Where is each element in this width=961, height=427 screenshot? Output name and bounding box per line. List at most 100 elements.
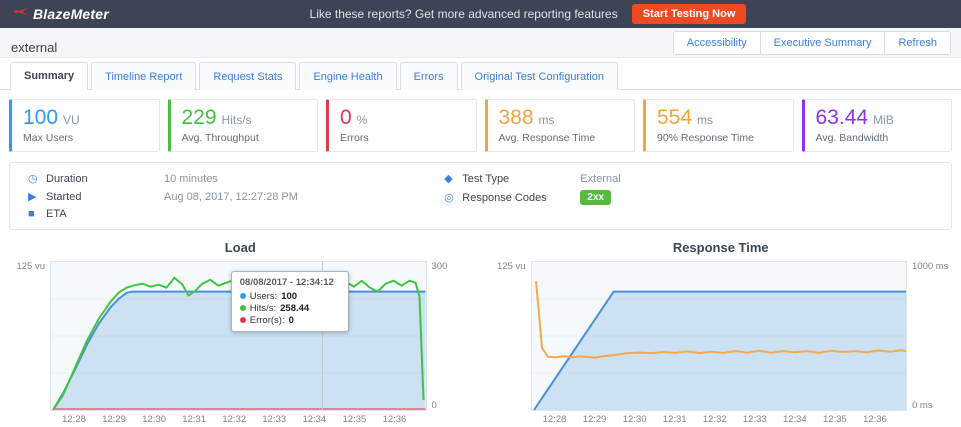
kpi-label: Errors xyxy=(340,132,465,144)
start-testing-button[interactable]: Start Testing Now xyxy=(632,4,747,24)
tooltip-row-users: Users:100 xyxy=(240,291,340,302)
kpi-label: Avg. Response Time xyxy=(499,132,624,144)
kpi-card-max-users: 100 VU Max Users xyxy=(9,99,160,152)
x-tick-label: 12:32 xyxy=(222,414,246,425)
y-axis-label-left: 125 vu xyxy=(491,261,531,411)
x-tick-label: 12:36 xyxy=(383,414,407,425)
chart-title: Response Time xyxy=(491,240,952,255)
blazemeter-brand[interactable]: BlazeMeter xyxy=(14,5,109,23)
x-tick-label: 12:28 xyxy=(62,414,86,425)
kpi-value: 388 xyxy=(499,106,534,130)
x-tick-label: 12:33 xyxy=(262,414,286,425)
x-tick-label: 12:32 xyxy=(703,414,727,425)
kpi-unit: % xyxy=(357,113,368,127)
x-tick-label: 12:35 xyxy=(823,414,847,425)
kpi-unit: ms xyxy=(697,113,713,127)
y-axis-label-right-top: 1000 ms xyxy=(912,261,951,272)
tag-icon: ◆ xyxy=(444,172,462,185)
promo-banner-text: Like these reports? Get more advanced re… xyxy=(310,7,618,21)
kpi-unit: ms xyxy=(539,113,555,127)
x-tick-label: 12:29 xyxy=(583,414,607,425)
tooltip-row-errors: Error(s):0 xyxy=(240,315,340,326)
chart-response-time: Response Time 125 vu 1000 ms 0 ms 12:28 1… xyxy=(481,240,961,427)
charts-row: Load 125 vu 08/08/2017 - 12:34:12 Users:… xyxy=(0,240,961,427)
kpi-card-avg-bandwidth: 63.44 MiB Avg. Bandwidth xyxy=(802,99,953,152)
info-value: 10 minutes xyxy=(164,173,218,185)
chart-tooltip: 08/08/2017 - 12:34:12 Users:100 Hits/s:2… xyxy=(231,271,349,332)
info-value: External xyxy=(580,173,620,185)
x-tick-label: 12:35 xyxy=(343,414,367,425)
clock-icon: ◷ xyxy=(28,172,46,185)
kpi-label: Avg. Bandwidth xyxy=(816,132,941,144)
kpi-label: 90% Response Time xyxy=(657,132,782,144)
tab-original-test-configuration[interactable]: Original Test Configuration xyxy=(461,62,618,90)
kpi-card-errors: 0% Errors xyxy=(326,99,477,152)
info-row-response-codes: ◎ Response Codes 2xx xyxy=(444,190,933,205)
blazemeter-logo-icon xyxy=(14,5,29,23)
x-axis: 12:2812:2912:3012:3112:3212:3312:3412:35… xyxy=(531,414,908,427)
x-axis: 12:2812:2912:3012:3112:3212:3312:3412:35… xyxy=(50,414,427,427)
kpi-unit: Hits/s xyxy=(222,113,252,127)
play-icon: ▶ xyxy=(28,190,46,203)
brand-text: BlazeMeter xyxy=(33,6,109,22)
kpi-label: Avg. Throughput xyxy=(182,132,307,144)
y-axis-label-right-bottom: 0 ms xyxy=(912,400,951,411)
x-tick-label: 12:29 xyxy=(102,414,126,425)
x-tick-label: 12:30 xyxy=(623,414,647,425)
kpi-label: Max Users xyxy=(23,132,148,144)
chart-load: Load 125 vu 08/08/2017 - 12:34:12 Users:… xyxy=(0,240,481,427)
chart-title: Load xyxy=(10,240,471,255)
info-row-eta: ■ ETA xyxy=(28,208,444,220)
square-icon: ■ xyxy=(28,208,46,220)
info-row-test-type: ◆ Test Type External xyxy=(444,172,933,185)
tooltip-row-hits: Hits/s:258.44 xyxy=(240,303,340,314)
refresh-button[interactable]: Refresh xyxy=(884,32,950,54)
info-label: ETA xyxy=(46,208,164,220)
x-tick-label: 12:30 xyxy=(142,414,166,425)
kpi-card-90-response-time: 554 ms 90% Response Time xyxy=(643,99,794,152)
tooltip-title: 08/08/2017 - 12:34:12 xyxy=(240,277,340,288)
users-bullet-icon xyxy=(240,293,246,299)
target-icon: ◎ xyxy=(444,191,462,204)
top-navbar: BlazeMeter Like these reports? Get more … xyxy=(0,0,961,28)
kpi-value: 0 xyxy=(340,106,352,130)
tab-summary[interactable]: Summary xyxy=(10,62,88,90)
kpi-value: 554 xyxy=(657,106,692,130)
info-label: Response Codes xyxy=(462,192,580,204)
y-axis-label-right-bottom: 0 xyxy=(432,400,471,411)
executive-summary-button[interactable]: Executive Summary xyxy=(760,32,885,54)
kpi-unit: VU xyxy=(63,113,80,127)
header-action-group: Accessibility Executive Summary Refresh xyxy=(673,31,951,55)
kpi-value: 100 xyxy=(23,106,58,130)
tab-errors[interactable]: Errors xyxy=(400,62,458,90)
test-info-panel: ◷ Duration 10 minutes ▶ Started Aug 08, … xyxy=(9,162,952,230)
x-tick-label: 12:36 xyxy=(863,414,887,425)
kpi-card-avg-throughput: 229 Hits/s Avg. Throughput xyxy=(168,99,319,152)
x-tick-label: 12:31 xyxy=(182,414,206,425)
errors-bullet-icon xyxy=(240,317,246,323)
tab-timeline-report[interactable]: Timeline Report xyxy=(91,62,196,90)
x-tick-label: 12:33 xyxy=(743,414,767,425)
y-axis-label-right-top: 300 xyxy=(432,261,471,272)
response-code-badge-2xx[interactable]: 2xx xyxy=(580,190,611,205)
tab-engine-health[interactable]: Engine Health xyxy=(299,62,396,90)
kpi-card-avg-response-time: 388 ms Avg. Response Time xyxy=(485,99,636,152)
hits-bullet-icon xyxy=(240,305,246,311)
info-label: Test Type xyxy=(462,173,580,185)
kpi-row: 100 VU Max Users 229 Hits/s Avg. Throughpu… xyxy=(9,99,952,152)
kpi-value: 63.44 xyxy=(816,106,869,130)
info-label: Started xyxy=(46,191,164,203)
plot-area[interactable] xyxy=(531,261,908,411)
x-tick-label: 12:34 xyxy=(783,414,807,425)
info-value: Aug 08, 2017, 12:27:28 PM xyxy=(164,191,298,203)
kpi-unit: MiB xyxy=(873,113,894,127)
tab-request-stats[interactable]: Request Stats xyxy=(199,62,296,90)
kpi-value: 229 xyxy=(182,106,217,130)
accessibility-button[interactable]: Accessibility xyxy=(674,32,760,54)
page-title: external xyxy=(11,40,57,55)
y-axis-label-left: 125 vu xyxy=(10,261,50,411)
info-row-started: ▶ Started Aug 08, 2017, 12:27:28 PM xyxy=(28,190,444,203)
x-tick-label: 12:28 xyxy=(543,414,567,425)
report-header: external Accessibility Executive Summary… xyxy=(0,28,961,58)
plot-area[interactable]: 08/08/2017 - 12:34:12 Users:100 Hits/s:2… xyxy=(50,261,427,411)
